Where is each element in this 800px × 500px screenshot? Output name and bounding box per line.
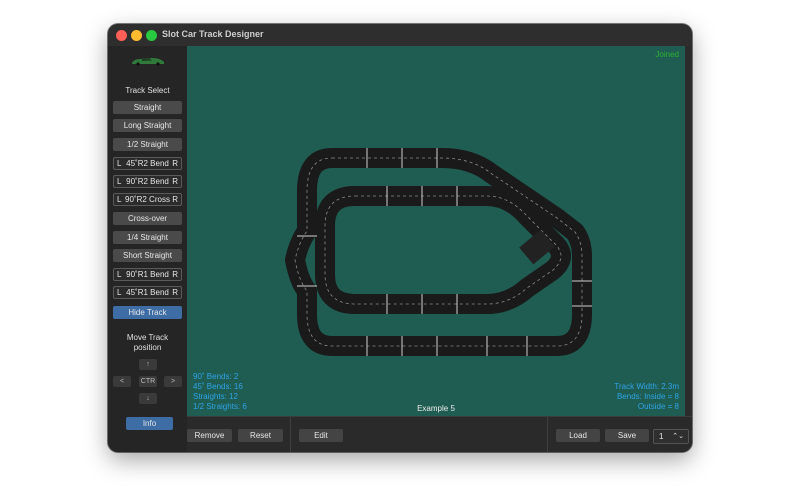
90-r2-bend-button[interactable]: L 90˚R2 Bend R <box>113 175 182 188</box>
slot-car-icon <box>132 58 164 66</box>
stat-45-bends: 45˚ Bends: 16 <box>193 382 243 391</box>
close-window-button[interactable] <box>116 30 127 41</box>
left-bend-button[interactable]: L <box>117 287 121 298</box>
bend-label: 90˚R2 Cross <box>125 195 170 204</box>
bend-label: 90˚R1 Bend <box>126 270 169 279</box>
track-layout <box>285 148 592 356</box>
stepper-value: 1 <box>659 432 664 441</box>
45-r1-bend-button[interactable]: L 45˚R1 Bend R <box>113 286 182 299</box>
45-r2-bend-button[interactable]: L 45˚R2 Bend R <box>113 157 182 170</box>
left-bend-button[interactable]: L <box>117 158 121 169</box>
remove-button[interactable]: Remove <box>187 429 232 442</box>
toolbar-divider <box>547 417 548 452</box>
90-r1-bend-button[interactable]: L 90˚R1 Bend R <box>113 268 182 281</box>
hide-track-button[interactable]: Hide Track <box>113 306 182 319</box>
stat-track-width: Track Width: 2.3m <box>614 382 679 391</box>
quarter-straight-button[interactable]: 1/4 Straight <box>113 231 182 244</box>
long-straight-button[interactable]: Long Straight <box>113 119 182 132</box>
right-bend-button[interactable]: R <box>172 287 178 298</box>
minimize-window-button[interactable] <box>131 30 142 41</box>
bottom-toolbar: Remove Reset Edit Load Save 1 ⌃⌄ <box>187 416 692 452</box>
bend-label: 45˚R1 Bend <box>126 288 169 297</box>
left-bend-button[interactable]: L <box>117 269 121 280</box>
save-button[interactable]: Save <box>605 429 649 442</box>
move-up-button[interactable]: ↑ <box>139 359 157 370</box>
right-bend-button[interactable]: R <box>172 269 178 280</box>
reset-button[interactable]: Reset <box>238 429 283 442</box>
short-straight-button[interactable]: Short Straight <box>113 249 182 262</box>
move-left-button[interactable]: < <box>113 376 131 387</box>
stat-90-bends: 90˚ Bends: 2 <box>193 372 239 381</box>
sidebar: Track Select Straight Long Straight 1/2 … <box>108 46 187 452</box>
slot-stepper[interactable]: 1 ⌃⌄ <box>653 429 689 444</box>
track-canvas[interactable]: Joined 90˚ Bends: 2 45˚ Bends: 16 Straig… <box>187 46 685 416</box>
window-title: Slot Car Track Designer <box>162 29 264 39</box>
left-bend-button[interactable]: L <box>117 176 121 187</box>
right-bend-button[interactable]: R <box>172 158 178 169</box>
app-window: Slot Car Track Designer Track Select Str… <box>108 24 692 452</box>
left-bend-button[interactable]: L <box>117 194 121 205</box>
cross-over-button[interactable]: Cross-over <box>113 212 182 225</box>
move-track-label: Move Track position <box>126 333 169 352</box>
right-bend-button[interactable]: R <box>172 176 178 187</box>
right-bend-button[interactable]: R <box>172 194 178 205</box>
example-label: Example 5 <box>417 404 455 413</box>
straight-button[interactable]: Straight <box>113 101 182 114</box>
half-straight-button[interactable]: 1/2 Straight <box>113 138 182 151</box>
toolbar-divider <box>290 417 291 452</box>
move-right-button[interactable]: > <box>164 376 182 387</box>
zoom-window-button[interactable] <box>146 30 157 41</box>
edit-button[interactable]: Edit <box>299 429 343 442</box>
stepper-arrows-icon[interactable]: ⌃⌄ <box>672 430 684 443</box>
load-button[interactable]: Load <box>556 429 600 442</box>
bend-label: 90˚R2 Bend <box>126 177 169 186</box>
move-down-button[interactable]: ↓ <box>139 393 157 404</box>
bend-label: 45˚R2 Bend <box>126 159 169 168</box>
stat-bends-inside: Bends: Inside = 8 <box>616 392 679 401</box>
stat-straights: Straights: 12 <box>193 392 238 401</box>
info-button[interactable]: Info <box>126 417 173 430</box>
90-r2-cross-button[interactable]: L 90˚R2 Cross R <box>113 193 182 206</box>
track-select-label: Track Select <box>125 86 170 95</box>
center-button[interactable]: CTR <box>139 376 157 387</box>
title-bar: Slot Car Track Designer <box>108 24 692 46</box>
